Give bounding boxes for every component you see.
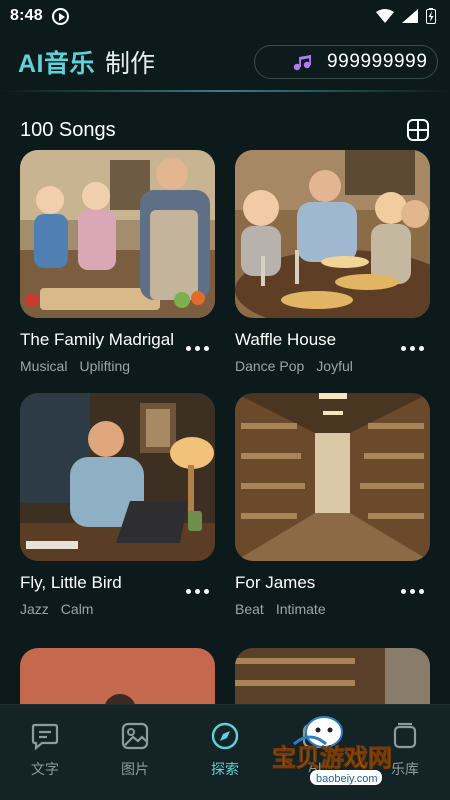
nav-label: 图片 (121, 761, 149, 777)
song-cover-image (235, 393, 430, 561)
song-tag: Intimate (275, 601, 326, 617)
song-tags: Jazz Calm (20, 601, 215, 617)
nav-item-explore[interactable]: 探索 (180, 721, 270, 779)
wifi-icon (376, 9, 394, 23)
app-header: AI音乐 制作 999999999 (0, 32, 450, 92)
nav-item-image[interactable]: 图片 (90, 721, 180, 779)
status-time: 8:48 (10, 7, 43, 24)
nav-item-text[interactable]: 文字 (0, 721, 90, 779)
ai-icon (302, 723, 328, 749)
credits-badge[interactable]: 999999999 (254, 45, 438, 79)
song-card[interactable]: The Family Madrigal Musical Uplifting (20, 150, 215, 374)
nav-label: 文字 (31, 761, 59, 777)
song-card[interactable]: Fly, Little Bird Jazz Calm (20, 393, 215, 617)
media-playing-icon (51, 7, 69, 25)
song-card[interactable]: Waffle House Dance Pop Joyful (235, 150, 430, 374)
grid-view-icon[interactable] (406, 118, 430, 142)
credits-value: 999999999 (327, 51, 428, 72)
text-icon (31, 723, 59, 751)
more-options-icon[interactable] (186, 346, 209, 351)
song-tags: Beat Intimate (235, 601, 430, 617)
page-title: 制作 (105, 50, 156, 78)
more-options-icon[interactable] (401, 346, 424, 351)
songs-section-header: 100 Songs (0, 112, 450, 148)
song-tag: Calm (60, 601, 94, 617)
status-bar: 8:48 (0, 0, 450, 32)
nav-label: 乐库 (391, 761, 419, 777)
cell-signal-icon (402, 9, 418, 23)
song-tag: Dance Pop (235, 358, 305, 374)
song-cover-image (235, 648, 430, 708)
more-options-icon[interactable] (401, 589, 424, 594)
song-card[interactable] (20, 648, 215, 708)
song-tags: Dance Pop Joyful (235, 358, 430, 374)
nav-label: AI (308, 759, 322, 775)
song-tags: Musical Uplifting (20, 358, 215, 374)
nav-item-ai[interactable]: AI (270, 721, 360, 775)
header-divider (0, 90, 450, 92)
song-card[interactable]: For James Beat Intimate (235, 393, 430, 617)
nav-item-library[interactable]: 乐库 (360, 721, 450, 779)
song-tag: Uplifting (79, 358, 131, 374)
image-icon (121, 722, 149, 750)
library-icon (393, 722, 417, 749)
bottom-navigation: 文字 图片 探索 AI 乐库 (0, 704, 450, 800)
more-options-icon[interactable] (186, 589, 209, 594)
app-logo-text: AI音乐 (18, 50, 96, 78)
song-tag: Jazz (20, 601, 49, 617)
song-cover-image (20, 393, 215, 561)
song-tag: Musical (20, 358, 68, 374)
song-cover-image (20, 648, 215, 708)
song-cover-image (235, 150, 430, 318)
nav-label: 探索 (211, 761, 239, 777)
song-tag: Joyful (316, 358, 353, 374)
song-cover-image (20, 150, 215, 318)
music-note-icon (293, 55, 311, 71)
song-tag: Beat (235, 601, 264, 617)
song-card[interactable] (235, 648, 430, 708)
songs-count-title: 100 Songs (20, 118, 116, 141)
compass-icon (211, 722, 239, 750)
battery-icon (426, 8, 436, 24)
status-icons (376, 8, 436, 24)
